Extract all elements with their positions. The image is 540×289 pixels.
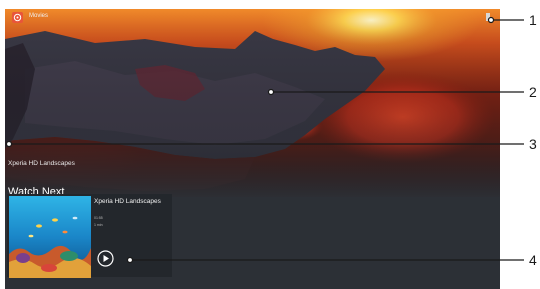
callout-number: 2 [529, 84, 537, 100]
callout-lines [5, 16, 524, 264]
callout-number: 1 [529, 12, 537, 28]
callout-number: 3 [529, 136, 537, 152]
callout-number: 4 [529, 252, 537, 268]
